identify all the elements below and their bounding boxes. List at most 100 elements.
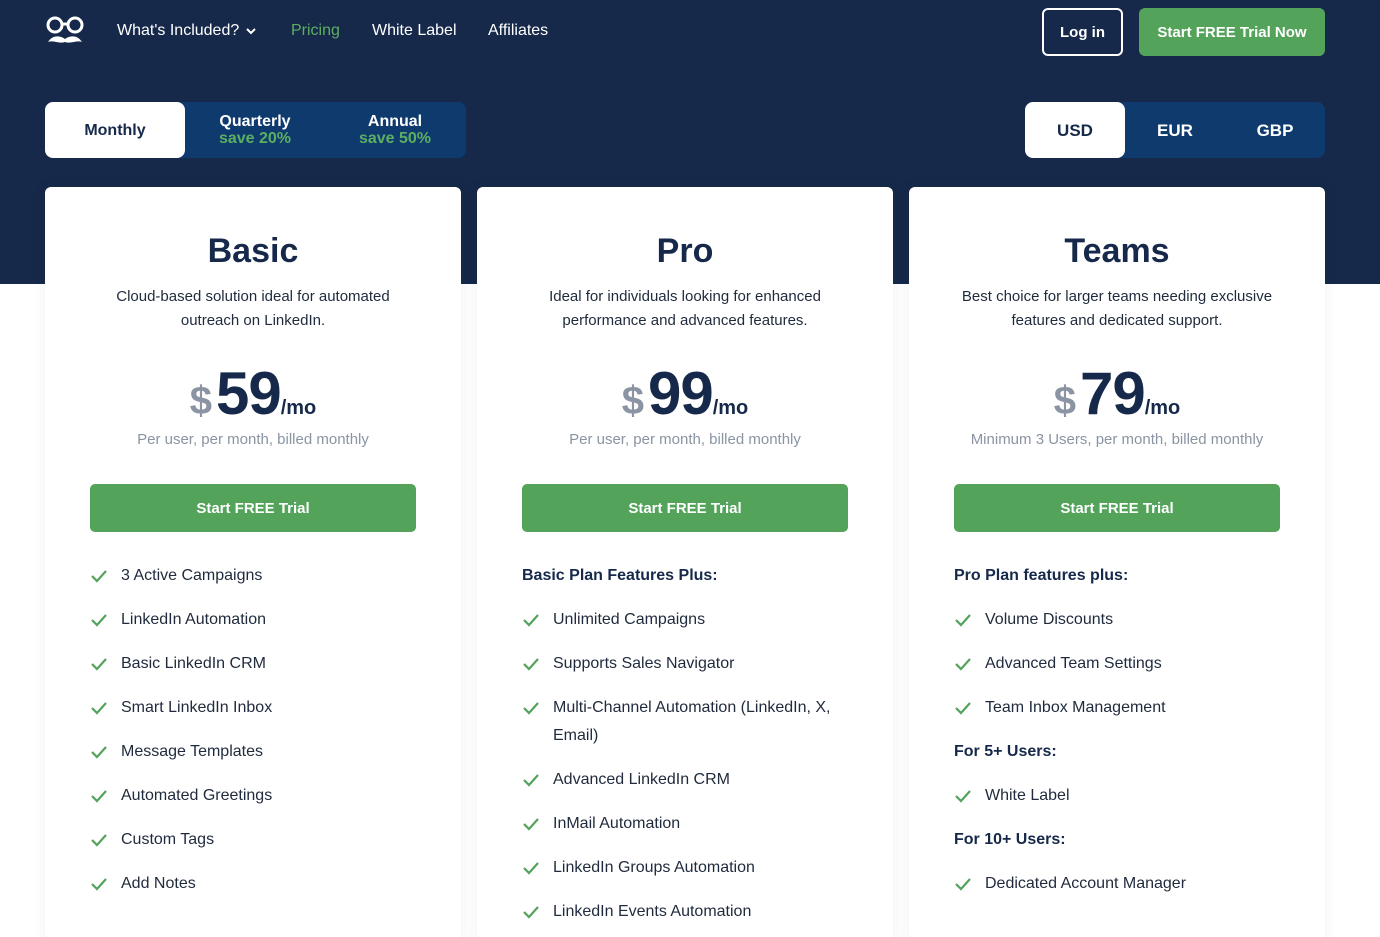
feature-text: Advanced Team Settings <box>985 655 1162 672</box>
feature-item: Advanced Team Settings <box>954 650 1280 678</box>
checkmark-icon <box>91 790 107 803</box>
price-period: /mo <box>280 397 317 419</box>
checkmark-icon <box>523 702 539 715</box>
checkmark-icon <box>955 702 971 715</box>
feature-group-heading: Pro Plan features plus: <box>954 567 1129 584</box>
feature-text: LinkedIn Automation <box>121 611 266 628</box>
start-free-trial-button[interactable]: Start FREE Trial <box>954 484 1280 532</box>
checkmark-icon <box>523 774 539 787</box>
top-nav: What's Included? Pricing White Label Aff… <box>0 0 1380 64</box>
checkmark-icon <box>91 746 107 759</box>
currency-symbol: $ <box>621 379 644 423</box>
billing-quarterly-label: Quarterly <box>219 113 291 130</box>
feature-list: Basic Plan Features Plus: Unlimited Campa… <box>522 562 848 937</box>
currency-symbol: $ <box>189 379 212 423</box>
price-amount: 79 <box>1079 360 1146 427</box>
currency-usd-option[interactable]: USD <box>1025 102 1125 158</box>
currency-symbol: $ <box>1053 379 1076 423</box>
feature-item: White Label <box>954 782 1280 810</box>
checkmark-icon <box>955 658 971 671</box>
price-amount: 59 <box>215 360 282 427</box>
billing-quarterly-save: save 20% <box>218 130 292 147</box>
feature-item: 3 Active Campaigns <box>90 562 416 590</box>
glasses-mustache-logo-icon[interactable] <box>45 14 85 50</box>
checkmark-icon <box>91 570 107 583</box>
billing-annual-option[interactable]: Annual save 50% <box>325 102 465 158</box>
nav-pricing[interactable]: Pricing <box>291 22 340 40</box>
price-period: /mo <box>712 397 749 419</box>
nav-whats-included-label: What's Included? <box>117 22 240 39</box>
feature-item: Dedicated Account Manager <box>954 870 1280 898</box>
billing-monthly-label: Monthly <box>84 121 146 139</box>
feature-item: Unlimited Campaigns <box>522 606 848 634</box>
feature-item: Volume Discounts <box>954 606 1280 634</box>
billing-annual-label: Annual <box>367 113 423 130</box>
plan-price: $ 99 /mo <box>477 359 893 428</box>
feature-item: LinkedIn Groups Automation <box>522 854 848 882</box>
checkmark-icon <box>955 614 971 627</box>
price-note: Per user, per month, billed monthly <box>137 431 369 448</box>
feature-group-heading: For 10+ Users: <box>954 831 1066 848</box>
checkmark-icon <box>955 878 971 891</box>
plan-card-pro: Pro Ideal for individuals looking for en… <box>477 187 893 937</box>
feature-item: Team Inbox Management <box>954 694 1280 722</box>
plan-title: Basic <box>207 232 299 270</box>
feature-item: InMail Automation <box>522 810 848 838</box>
currency-eur-option[interactable]: EUR <box>1125 102 1225 158</box>
nav-white-label[interactable]: White Label <box>372 22 457 40</box>
feature-text: Basic LinkedIn CRM <box>121 655 266 672</box>
feature-text: Supports Sales Navigator <box>553 655 735 672</box>
feature-item: Multi-Channel Automation (LinkedIn, X, E… <box>522 694 848 750</box>
feature-item: Add Notes <box>90 870 416 898</box>
login-button[interactable]: Log in <box>1042 8 1123 56</box>
feature-group-heading: For 5+ Users: <box>954 743 1057 760</box>
feature-item: Smart LinkedIn Inbox <box>90 694 416 722</box>
price-amount: 99 <box>647 360 714 427</box>
feature-item: LinkedIn Events Automation <box>522 898 848 926</box>
feature-text: Advanced LinkedIn CRM <box>553 771 730 788</box>
feature-text: White Label <box>985 787 1070 804</box>
feature-item: LinkedIn Automation <box>90 606 416 634</box>
start-free-trial-button[interactable]: Start FREE Trial <box>90 484 416 532</box>
start-free-trial-button[interactable]: Start FREE Trial <box>522 484 848 532</box>
feature-text: Smart LinkedIn Inbox <box>121 699 273 716</box>
checkmark-icon <box>523 614 539 627</box>
billing-annual-save: save 50% <box>358 130 432 147</box>
checkmark-icon <box>523 906 539 919</box>
billing-monthly-option[interactable]: Monthly <box>45 102 185 158</box>
feature-text: Add Notes <box>121 875 196 892</box>
checkmark-icon <box>91 658 107 671</box>
feature-list: Pro Plan features plus: Volume Discounts A… <box>954 562 1280 914</box>
checkmark-icon <box>523 658 539 671</box>
feature-item: Advanced LinkedIn CRM <box>522 766 848 794</box>
feature-item: Basic LinkedIn CRM <box>90 650 416 678</box>
plan-title: Pro <box>656 232 714 270</box>
nav-affiliates[interactable]: Affiliates <box>488 22 548 40</box>
checkmark-icon <box>91 834 107 847</box>
plan-description: Cloud-based solution ideal for automated… <box>116 288 390 329</box>
plan-description: Best choice for larger teams needing exc… <box>961 288 1273 329</box>
price-period: /mo <box>1144 397 1181 419</box>
feature-item: Supports Sales Navigator <box>522 650 848 678</box>
plan-card-basic: Basic Cloud-based solution ideal for aut… <box>45 187 461 937</box>
chevron-down-icon <box>246 28 256 35</box>
feature-text: 3 Active Campaigns <box>121 567 263 584</box>
plan-price: $ 59 /mo <box>45 359 461 428</box>
plan-title: Teams <box>1064 232 1170 270</box>
feature-text: Volume Discounts <box>985 611 1114 628</box>
currency-gbp-option[interactable]: GBP <box>1225 102 1325 158</box>
feature-item: Message Templates <box>90 738 416 766</box>
feature-text: LinkedIn Events Automation <box>553 903 752 920</box>
billing-quarterly-option[interactable]: Quarterly save 20% <box>185 102 325 158</box>
checkmark-icon <box>955 790 971 803</box>
plan-card-teams: Teams Best choice for larger teams needi… <box>909 187 1325 937</box>
feature-text: Unlimited Campaigns <box>553 611 706 628</box>
feature-text: Automated Greetings <box>121 787 273 804</box>
nav-whats-included[interactable]: What's Included? <box>117 22 257 40</box>
feature-text: InMail Automation <box>553 815 681 832</box>
feature-item: Automated Greetings <box>90 782 416 810</box>
start-free-trial-now-button[interactable]: Start FREE Trial Now <box>1139 8 1325 56</box>
checkmark-icon <box>91 614 107 627</box>
currency-toggle: USD EUR GBP <box>1025 102 1325 158</box>
feature-text: Multi-Channel Automation (LinkedIn, X, E… <box>553 699 831 744</box>
